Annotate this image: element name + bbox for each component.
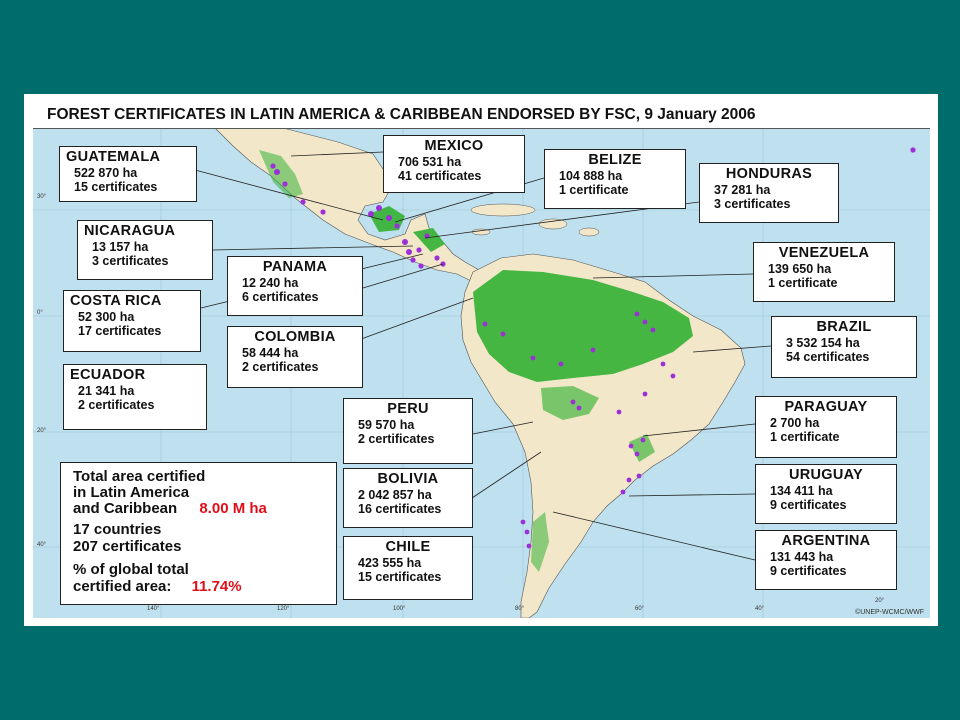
country-certificates: 2 certificates — [78, 398, 155, 412]
lon-tick-60: 60° — [635, 606, 645, 612]
country-area: 12 240 ha — [242, 276, 299, 290]
honduras-label: HONDURAS 37 281 ha 3 certificates — [699, 163, 839, 223]
country-area: 59 570 ha — [358, 418, 415, 432]
country-area: 131 443 ha — [770, 550, 834, 564]
country-certificates: 15 certificates — [358, 570, 442, 584]
country-name: BRAZIL — [816, 319, 872, 335]
country-certificates: 15 certificates — [74, 180, 158, 194]
lon-tick-40: 40° — [755, 606, 765, 612]
country-certificates: 2 certificates — [242, 360, 319, 374]
country-name: PARAGUAY — [784, 399, 868, 415]
guatemala-label: GUATEMALA 522 870 ha 15 certificates — [59, 146, 197, 202]
summary-pct-row: certified area: 11.74% — [73, 578, 324, 595]
venezuela-label: VENEZUELA 139 650 ha 1 certificate — [753, 242, 895, 302]
fsc-map: FOREST CERTIFICATES IN LATIN AMERICA & C… — [33, 102, 930, 618]
summary-countries: 17 countries — [73, 521, 162, 538]
uruguay-label: URUGUAY 134 411 ha 9 certificates — [755, 464, 897, 524]
country-name: GUATEMALA — [66, 149, 161, 165]
summary-pct-value: 11.74% — [191, 578, 242, 595]
country-certificates: 1 certificate — [768, 276, 838, 290]
country-area: 104 888 ha — [559, 169, 623, 183]
country-area: 134 411 ha — [770, 484, 833, 498]
peru-label: PERU 59 570 ha 2 certificates — [343, 398, 473, 464]
country-certificates: 41 certificates — [398, 169, 482, 183]
lat-tick-0: 0° — [37, 310, 43, 316]
country-certificates: 17 certificates — [78, 324, 162, 338]
country-area: 706 531 ha — [398, 155, 462, 169]
country-area: 423 555 ha — [358, 556, 422, 570]
lon-tick-100: 100° — [393, 606, 406, 612]
country-name: BELIZE — [588, 152, 642, 168]
lon-tick-80: 80° — [515, 606, 525, 612]
country-area: 522 870 ha — [74, 166, 138, 180]
map-title: FOREST CERTIFICATES IN LATIN AMERICA & C… — [33, 102, 930, 129]
country-area: 21 341 ha — [78, 384, 135, 398]
country-name: NICARAGUA — [84, 223, 176, 239]
panama-label: PANAMA 12 240 ha 6 certificates — [227, 256, 363, 316]
country-name: ECUADOR — [70, 367, 146, 383]
country-area: 37 281 ha — [714, 183, 771, 197]
lat-tick-30: 30° — [37, 194, 47, 200]
ecuador-label: ECUADOR 21 341 ha 2 certificates — [63, 364, 207, 430]
paraguay-label: PARAGUAY 2 700 ha 1 certificate — [755, 396, 897, 458]
summary-pct-label1: % of global total — [73, 561, 189, 578]
country-name: COSTA RICA — [70, 293, 162, 309]
country-certificates: 1 certificate — [559, 183, 629, 197]
country-name: HONDURAS — [725, 166, 813, 182]
lon-tick-20: 20° — [875, 598, 885, 604]
country-name: PERU — [387, 401, 429, 417]
country-certificates: 2 certificates — [358, 432, 435, 446]
country-name: MEXICO — [424, 138, 484, 154]
summary-line2: in Latin America — [73, 484, 190, 501]
country-certificates: 54 certificates — [786, 350, 870, 364]
summary-certificates: 207 certificates — [73, 538, 182, 555]
country-area: 2 700 ha — [770, 416, 820, 430]
lat-tick-20: 20° — [37, 428, 47, 434]
nicaragua-label: NICARAGUA 13 157 ha 3 certificates — [77, 220, 213, 280]
country-certificates: 16 certificates — [358, 502, 442, 516]
country-area: 3 532 154 ha — [786, 336, 860, 350]
summary-line3-row: and Caribbean 8.00 M ha — [73, 501, 324, 517]
country-name: COLOMBIA — [254, 329, 336, 345]
summary-total-area: 8.00 M ha — [199, 500, 267, 517]
country-certificates: 3 certificates — [92, 254, 169, 268]
belize-label: BELIZE 104 888 ha 1 certificate — [544, 149, 686, 209]
country-certificates: 9 certificates — [770, 498, 847, 512]
country-certificates: 9 certificates — [770, 564, 847, 578]
argentina-label: ARGENTINA 131 443 ha 9 certificates — [755, 530, 897, 590]
country-name: BOLIVIA — [377, 471, 439, 487]
lon-tick-120: 120° — [277, 606, 290, 612]
country-area: 139 650 ha — [768, 262, 832, 276]
country-certificates: 3 certificates — [714, 197, 791, 211]
colombia-label: COLOMBIA 58 444 ha 2 certificates — [227, 326, 363, 388]
lat-tick-40: 40° — [37, 542, 47, 548]
mexico-label: MEXICO 706 531 ha 41 certificates — [383, 135, 525, 193]
summary-pct-label2: certified area: — [73, 578, 172, 595]
summary-line3: and Caribbean — [73, 500, 178, 517]
country-area: 13 157 ha — [92, 240, 149, 254]
country-name: PANAMA — [262, 259, 328, 275]
chile-label: CHILE 423 555 ha 15 certificates — [343, 536, 473, 600]
summary-line1: Total area certified — [73, 468, 206, 485]
country-name: URUGUAY — [788, 467, 864, 483]
country-area: 58 444 ha — [242, 346, 299, 360]
country-certificates: 6 certificates — [242, 290, 319, 304]
country-area: 52 300 ha — [78, 310, 135, 324]
country-name: CHILE — [385, 539, 431, 555]
country-name: ARGENTINA — [781, 533, 871, 549]
country-certificates: 1 certificate — [770, 430, 840, 444]
summary-box: Total area certified in Latin America an… — [60, 462, 337, 605]
costa-rica-label: COSTA RICA 52 300 ha 17 certificates — [63, 290, 201, 352]
brazil-label: BRAZIL 3 532 154 ha 54 certificates — [771, 316, 917, 378]
country-name: VENEZUELA — [778, 245, 870, 261]
country-area: 2 042 857 ha — [358, 488, 432, 502]
lon-tick-140: 140° — [147, 606, 160, 612]
copyright: ©UNEP-WCMC/WWF — [855, 609, 924, 616]
bolivia-label: BOLIVIA 2 042 857 ha 16 certificates — [343, 468, 473, 528]
